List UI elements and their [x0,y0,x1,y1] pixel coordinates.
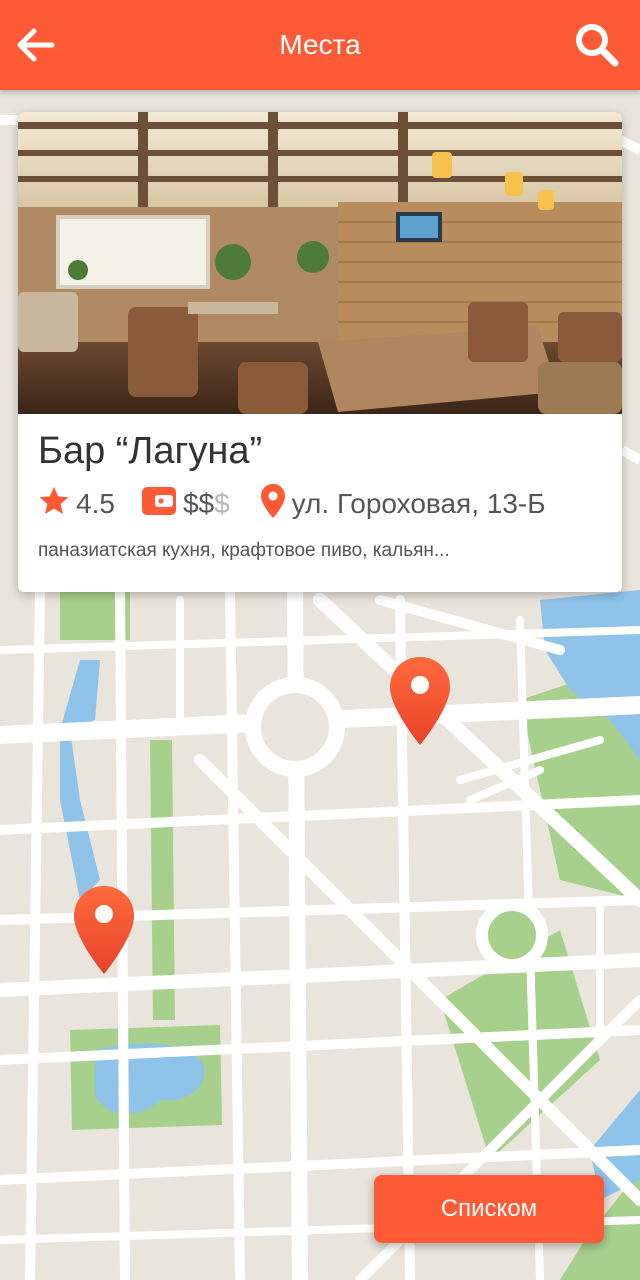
place-photo [18,112,622,414]
app-header: Места [0,0,640,90]
star-icon [38,485,70,524]
place-meta: 4.5 $$ $ ул. Гороховая, 13-Б [38,483,546,526]
map-marker-icon[interactable] [72,884,136,976]
map-marker-icon[interactable] [388,655,452,747]
price-level-inactive: $ [214,488,230,519]
search-icon [576,24,619,67]
search-button[interactable] [572,20,620,68]
price-level-active: $$ [182,488,215,519]
place-address: ул. Гороховая, 13-Б [291,488,546,519]
place-card[interactable]: Бар “Лагуна” 4.5 $$ $ ул. Гороховая, 13-Б… [18,112,622,592]
place-tags: паназиатская кухня, крафтовое пиво, каль… [38,540,450,561]
wallet-icon [141,485,177,524]
page-title: Места [279,29,361,60]
location-pin-icon [260,483,286,526]
rating-value: 4.5 [76,488,115,519]
list-view-button[interactable]: Списком [374,1175,604,1243]
place-name: Бар “Лагуна” [38,430,263,472]
